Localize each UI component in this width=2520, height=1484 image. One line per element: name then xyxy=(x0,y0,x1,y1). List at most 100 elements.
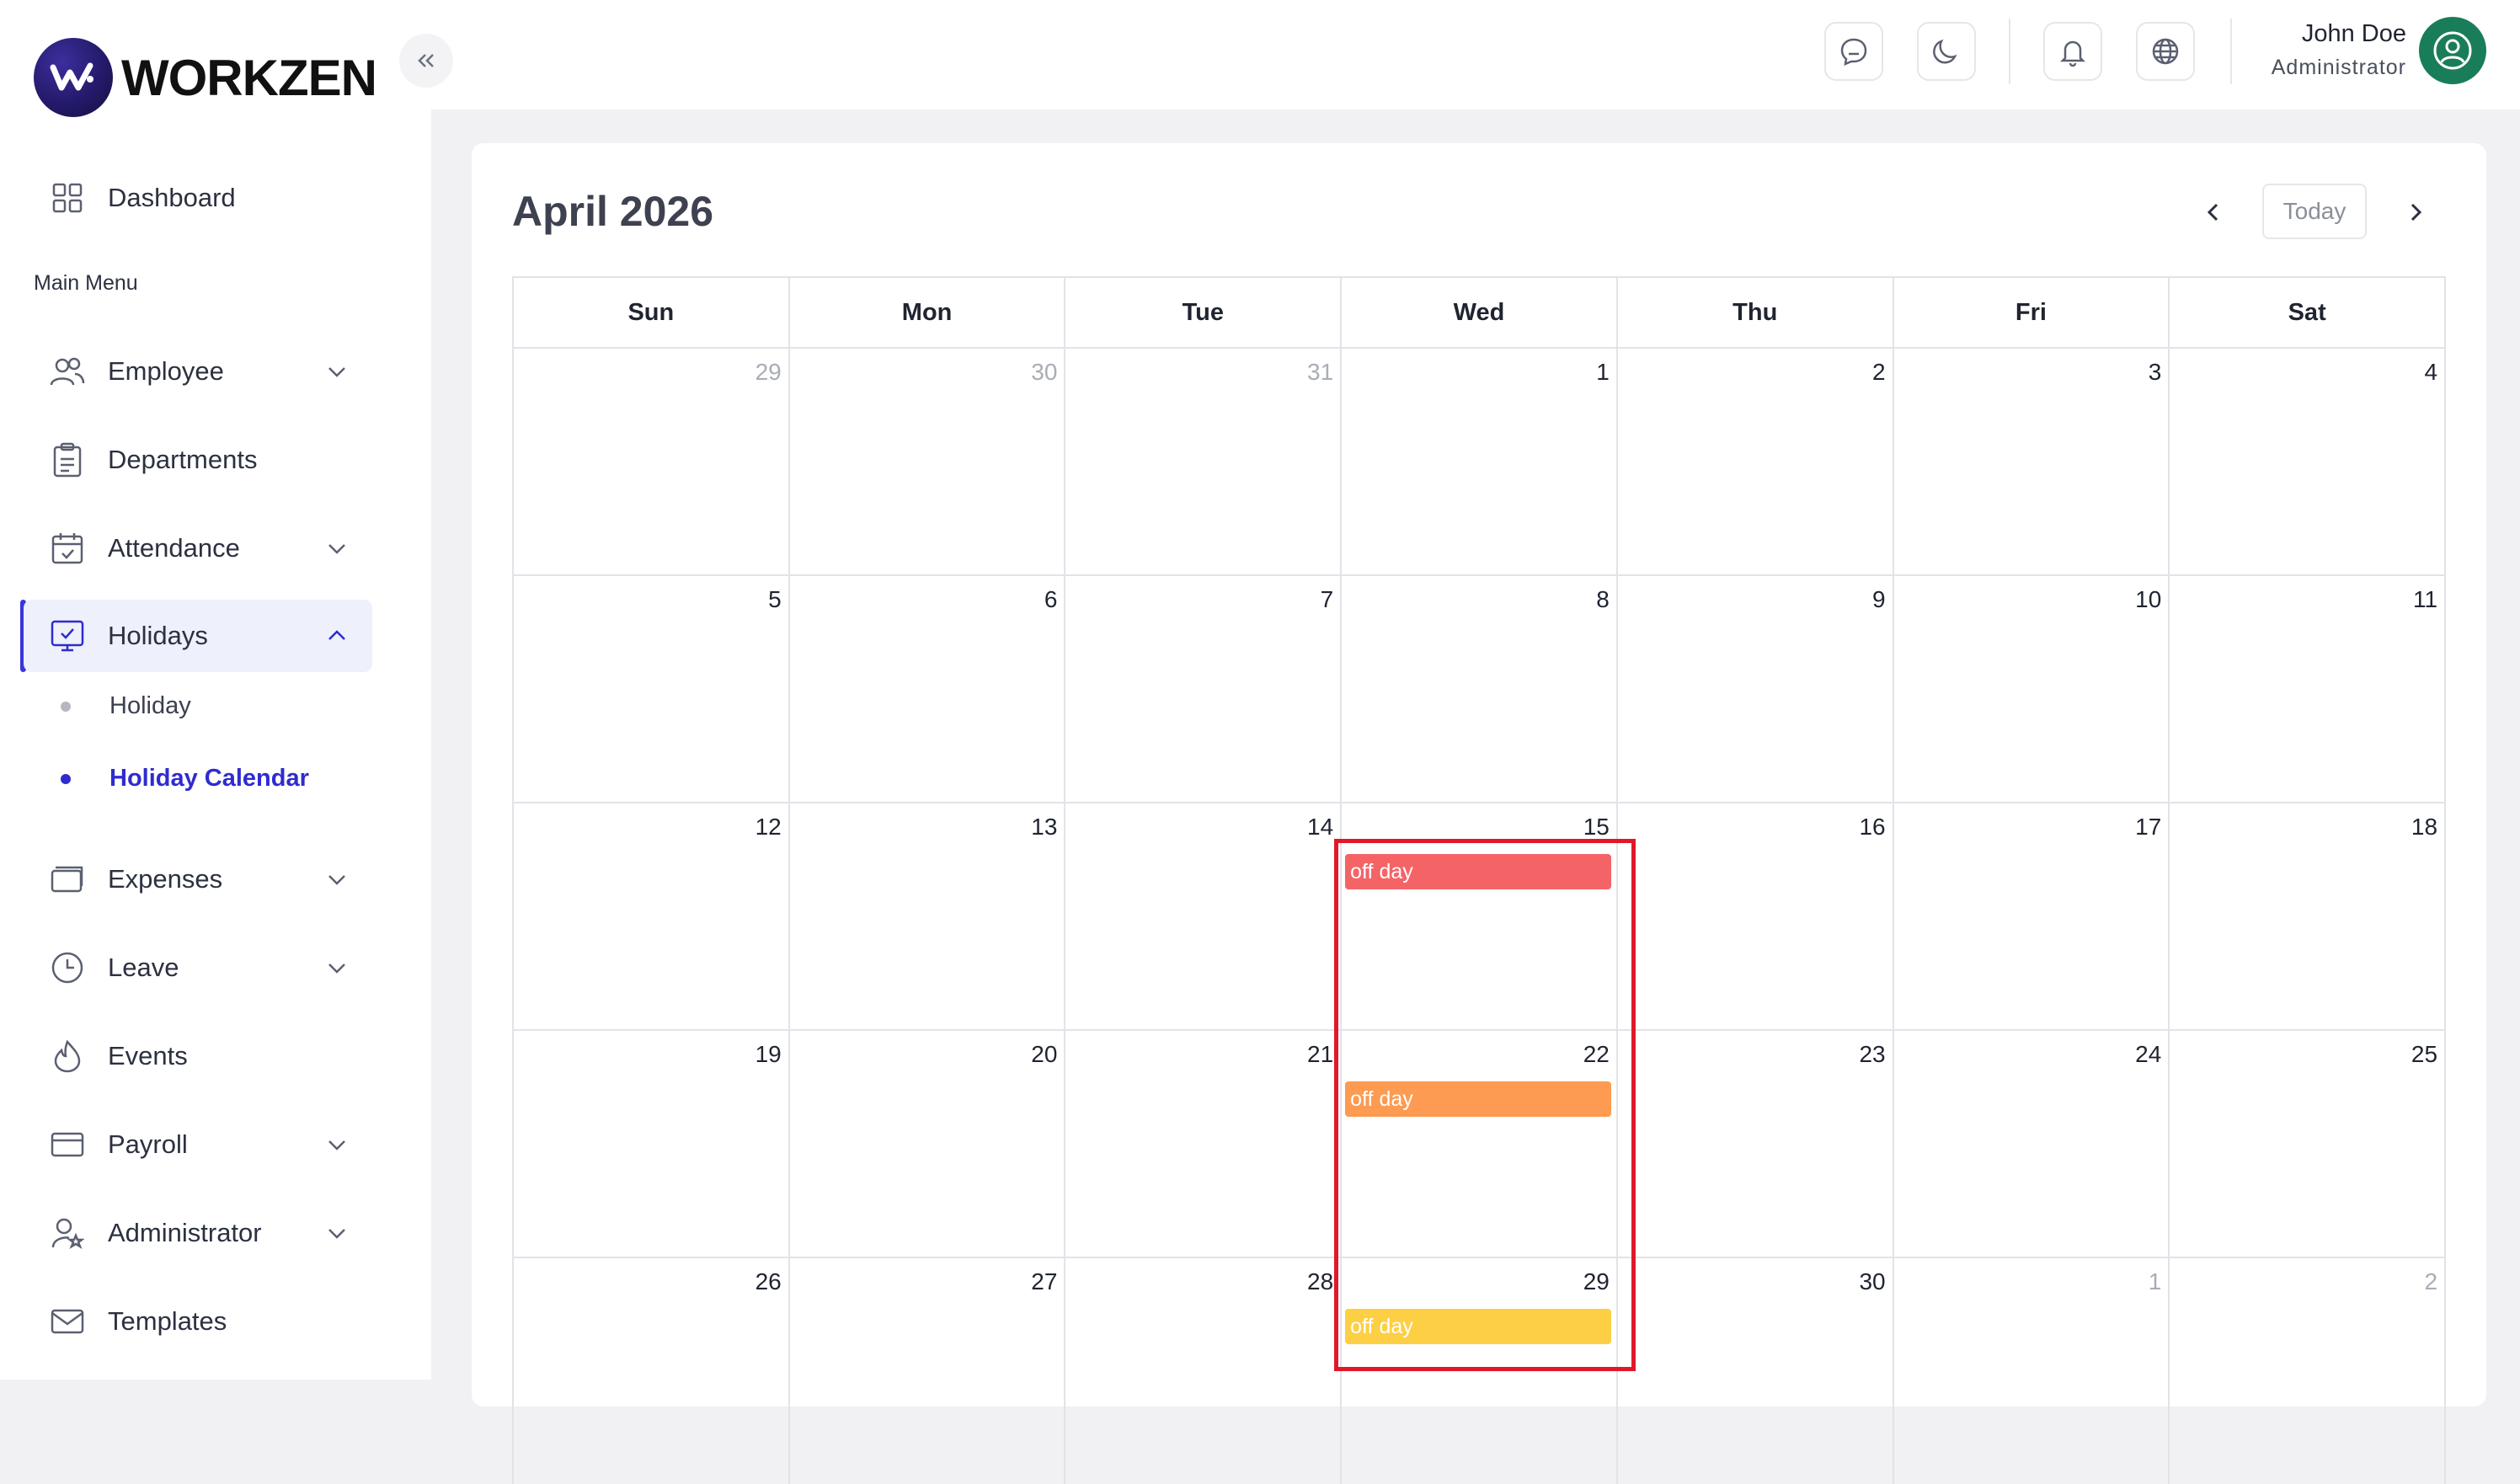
sidebar-item-dashboard[interactable]: Dashboard xyxy=(24,162,372,234)
sidebar-item-attendance[interactable]: Attendance xyxy=(24,512,372,585)
day-number[interactable]: 22 xyxy=(1583,1041,1610,1068)
day-cell[interactable]: 17 xyxy=(1894,803,2170,1029)
day-cell[interactable]: 6 xyxy=(790,576,1066,802)
day-cell[interactable]: 12 xyxy=(514,803,790,1029)
day-cell[interactable]: 31 xyxy=(1065,349,1343,574)
day-cell[interactable]: 30 xyxy=(790,349,1066,574)
day-number[interactable]: 8 xyxy=(1596,586,1610,613)
day-number[interactable]: 10 xyxy=(2135,586,2161,613)
day-cell[interactable]: 4 xyxy=(2170,349,2444,574)
notifications-button[interactable] xyxy=(2043,22,2102,81)
sidebar-subitem-holiday-calendar[interactable]: Holiday Calendar xyxy=(61,765,309,793)
day-cell[interactable]: 28 xyxy=(1065,1258,1343,1484)
week-row: 12 13 14 15 off day 16 17 18 xyxy=(512,802,2446,1029)
day-number[interactable]: 12 xyxy=(755,814,782,841)
day-number[interactable]: 29 xyxy=(755,359,782,386)
day-cell[interactable]: 2 xyxy=(2170,1258,2444,1484)
collapse-sidebar-button[interactable] xyxy=(399,34,453,88)
chat-button[interactable] xyxy=(1824,22,1883,81)
sidebar-item-departments[interactable]: Departments xyxy=(24,424,372,496)
sidebar-item-payroll[interactable]: Payroll xyxy=(24,1108,372,1181)
sidebar-item-events[interactable]: Events xyxy=(24,1020,372,1092)
day-cell[interactable]: 25 xyxy=(2170,1031,2444,1257)
day-cell[interactable]: 23 xyxy=(1618,1031,1894,1257)
day-cell[interactable]: 14 xyxy=(1065,803,1343,1029)
day-number[interactable]: 29 xyxy=(1583,1268,1610,1295)
sidebar-item-holidays[interactable]: Holidays xyxy=(24,600,372,672)
day-number[interactable]: 11 xyxy=(2413,586,2437,613)
day-number[interactable]: 5 xyxy=(768,586,782,613)
holiday-event[interactable]: off day xyxy=(1345,1309,1611,1344)
day-number[interactable]: 16 xyxy=(1859,814,1885,841)
day-number[interactable]: 17 xyxy=(2135,814,2161,841)
day-cell[interactable]: 22 off day xyxy=(1342,1031,1618,1257)
holiday-event[interactable]: off day xyxy=(1345,1081,1611,1117)
day-number[interactable]: 20 xyxy=(1031,1041,1057,1068)
day-cell[interactable]: 8 xyxy=(1342,576,1618,802)
day-number[interactable]: 19 xyxy=(755,1041,782,1068)
day-cell[interactable]: 7 xyxy=(1065,576,1343,802)
day-number[interactable]: 24 xyxy=(2135,1041,2161,1068)
day-number[interactable]: 21 xyxy=(1307,1041,1333,1068)
day-cell[interactable]: 3 xyxy=(1894,349,2170,574)
day-cell[interactable]: 9 xyxy=(1618,576,1894,802)
day-number[interactable]: 14 xyxy=(1307,814,1333,841)
holiday-event[interactable]: off day xyxy=(1345,854,1611,889)
bell-icon xyxy=(2059,40,2086,67)
day-cell[interactable]: 27 xyxy=(790,1258,1066,1484)
day-number[interactable]: 9 xyxy=(1872,586,1886,613)
sidebar-item-leave[interactable]: Leave xyxy=(24,932,372,1004)
day-number[interactable]: 18 xyxy=(2411,814,2437,841)
day-cell[interactable]: 1 xyxy=(1342,349,1618,574)
day-number[interactable]: 3 xyxy=(2149,359,2162,386)
day-cell[interactable]: 24 xyxy=(1894,1031,2170,1257)
day-cell[interactable]: 20 xyxy=(790,1031,1066,1257)
sidebar-item-label: Departments xyxy=(108,445,258,474)
day-cell[interactable]: 29 off day xyxy=(1342,1258,1618,1484)
sidebar-item-employee[interactable]: Employee xyxy=(24,335,372,408)
today-button[interactable]: Today xyxy=(2262,184,2367,239)
sidebar-item-expenses[interactable]: Expenses xyxy=(24,843,372,915)
day-number[interactable]: 7 xyxy=(1321,586,1334,613)
day-cell[interactable]: 15 off day xyxy=(1342,803,1618,1029)
day-number[interactable]: 25 xyxy=(2411,1041,2437,1068)
day-number[interactable]: 13 xyxy=(1031,814,1057,841)
sidebar-item-templates[interactable]: Templates xyxy=(24,1285,372,1358)
day-cell[interactable]: 26 xyxy=(514,1258,790,1484)
day-cell[interactable]: 16 xyxy=(1618,803,1894,1029)
day-number[interactable]: 4 xyxy=(2424,359,2437,386)
sidebar-subitem-holiday[interactable]: Holiday xyxy=(61,692,191,720)
day-number[interactable]: 30 xyxy=(1031,359,1057,386)
day-cell[interactable]: 1 xyxy=(1894,1258,2170,1484)
day-cell[interactable]: 13 xyxy=(790,803,1066,1029)
avatar[interactable] xyxy=(2419,17,2486,84)
day-cell[interactable]: 5 xyxy=(514,576,790,802)
day-cell[interactable]: 2 xyxy=(1618,349,1894,574)
day-number[interactable]: 2 xyxy=(2424,1268,2437,1295)
day-number[interactable]: 1 xyxy=(2149,1268,2162,1295)
day-cell[interactable]: 10 xyxy=(1894,576,2170,802)
sidebar-item-administrator[interactable]: Administrator xyxy=(24,1197,372,1269)
day-number[interactable]: 31 xyxy=(1307,359,1333,386)
day-number[interactable]: 15 xyxy=(1583,814,1610,841)
day-number[interactable]: 2 xyxy=(1872,359,1886,386)
day-cell[interactable]: 11 xyxy=(2170,576,2444,802)
day-cell[interactable]: 30 xyxy=(1618,1258,1894,1484)
prev-month-button[interactable] xyxy=(2186,185,2240,239)
day-cell[interactable]: 18 xyxy=(2170,803,2444,1029)
day-number[interactable]: 26 xyxy=(755,1268,782,1295)
day-number[interactable]: 27 xyxy=(1031,1268,1057,1295)
language-button[interactable] xyxy=(2136,22,2195,81)
day-number[interactable]: 6 xyxy=(1044,586,1058,613)
day-number[interactable]: 28 xyxy=(1307,1268,1333,1295)
day-cell[interactable]: 19 xyxy=(514,1031,790,1257)
day-number[interactable]: 23 xyxy=(1859,1041,1885,1068)
day-cell[interactable]: 21 xyxy=(1065,1031,1343,1257)
day-number[interactable]: 30 xyxy=(1859,1268,1885,1295)
day-cell[interactable]: 29 xyxy=(514,349,790,574)
user-name[interactable]: John Doe xyxy=(2302,20,2406,48)
next-month-button[interactable] xyxy=(2389,185,2443,239)
brand-logo[interactable]: WORKZEN xyxy=(34,37,377,118)
day-number[interactable]: 1 xyxy=(1596,359,1610,386)
dark-mode-button[interactable] xyxy=(1917,22,1976,81)
